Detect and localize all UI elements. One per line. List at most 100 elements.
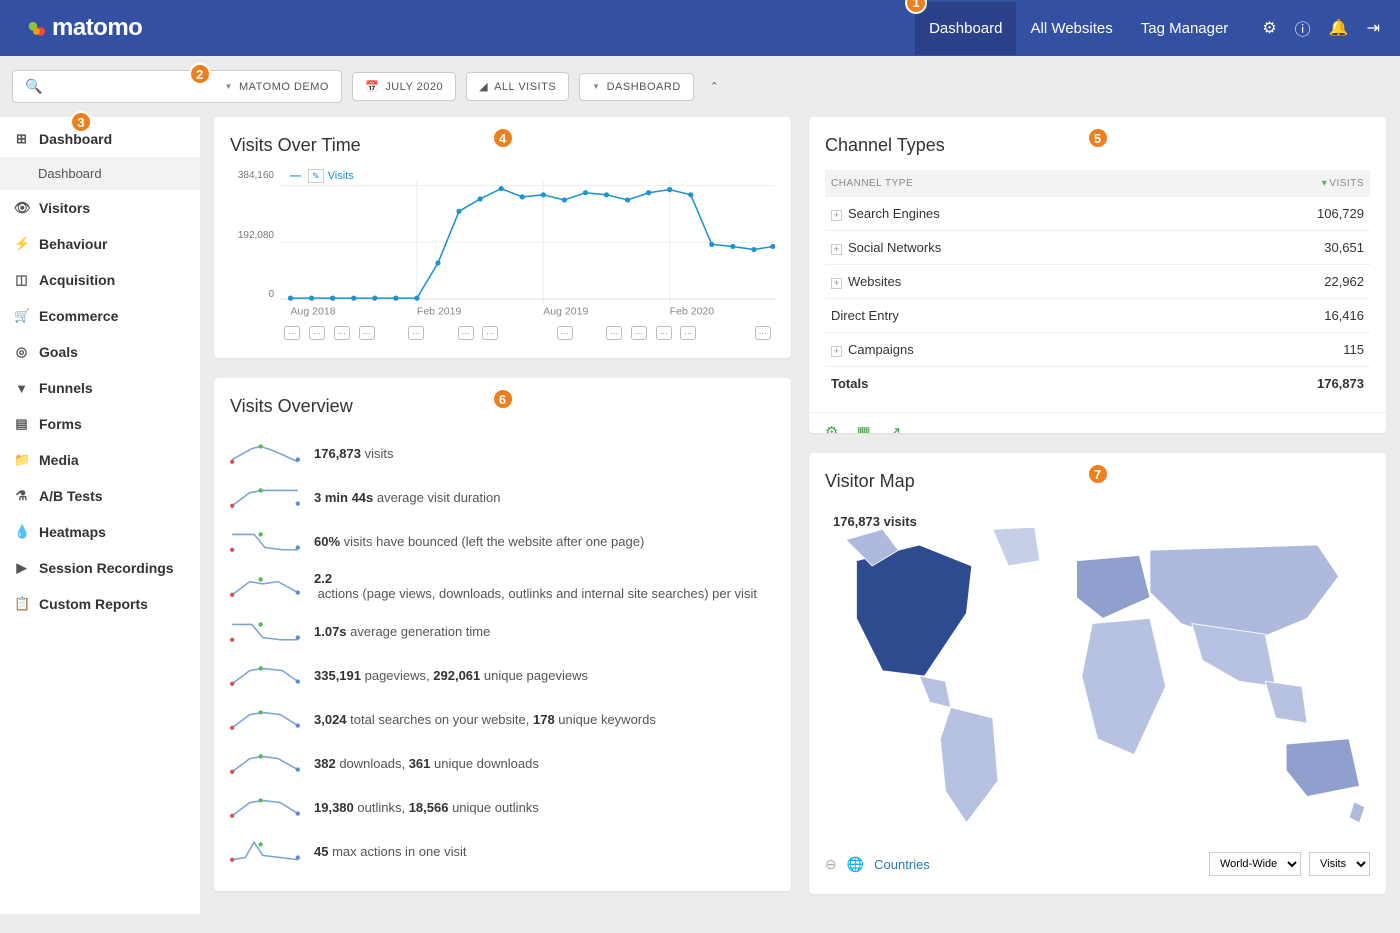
sidebar-subitem[interactable]: Dashboard	[0, 157, 200, 190]
expand-icon[interactable]: +	[831, 244, 842, 255]
sidebar-item-acquisition[interactable]: ◫ Acquisition	[0, 262, 200, 298]
export-icon[interactable]: ↗	[889, 423, 902, 433]
overview-text: 19,380 outlinks, 18,566 unique outlinks	[314, 800, 539, 815]
bell-icon[interactable]: 🔔	[1329, 18, 1349, 38]
sparkline	[230, 793, 300, 821]
overview-text: 335,191 pageviews, 292,061 unique pagevi…	[314, 668, 588, 683]
table-row[interactable]: +Search Engines106,729	[825, 197, 1370, 231]
col-visits[interactable]: Visits	[1193, 170, 1370, 197]
world-map[interactable]: 176,873 visits	[825, 506, 1370, 846]
segment-selector[interactable]: ◢ ALL VISITS	[466, 72, 569, 101]
sidebar-icon: ◫	[14, 272, 29, 288]
sidebar-icon: ◎	[14, 344, 29, 360]
sidebar-item-label: Custom Reports	[39, 596, 148, 612]
sidebar-item-label: Acquisition	[39, 272, 115, 288]
overview-text: 45 max actions in one visit	[314, 844, 466, 859]
nav-all-websites[interactable]: All Websites	[1016, 2, 1126, 55]
gear-icon[interactable]: ⚙	[1262, 18, 1276, 38]
map-footer: ⊖ 🌐 Countries World-Wide Visits	[825, 852, 1370, 876]
zoom-out-icon[interactable]: ⊖	[825, 856, 837, 873]
sidebar-item-visitors[interactable]: 👁Visitors	[0, 190, 200, 226]
sidebar-item-session-recordings[interactable]: ▶Session Recordings	[0, 550, 200, 586]
overview-text: 176,873 visits	[314, 446, 394, 461]
overview-text: 3 min 44s average visit duration	[314, 490, 500, 505]
sidebar-item-behaviour[interactable]: ⚡ Behaviour	[0, 226, 200, 262]
sidebar-item-heatmaps[interactable]: 💧Heatmaps	[0, 514, 200, 550]
sidebar-item-label: Goals	[39, 344, 78, 360]
svg-text:Feb 2020: Feb 2020	[670, 307, 715, 318]
search-site-selector[interactable]: 🔍 2 ▼ MATOMO DEMO	[12, 70, 342, 103]
overview-row: 1.07s average generation time	[230, 609, 775, 653]
globe-icon[interactable]: 🌐	[847, 856, 864, 873]
report-icon[interactable]: ▦	[856, 423, 870, 433]
sidebar-item-a/b-tests[interactable]: ⚗ A/B Tests	[0, 478, 200, 514]
sidebar-item-dashboard[interactable]: ⊞Dashboard	[0, 121, 200, 157]
table-row[interactable]: Direct Entry16,416	[825, 299, 1370, 333]
overview-text: 3,024 total searches on your website, 17…	[314, 712, 656, 727]
annotation-7: 7	[1087, 463, 1109, 485]
date-selector[interactable]: 📅 JULY 2020	[352, 72, 456, 101]
visits-line-chart[interactable]: 384,160 192,080 0 ✎Visits	[230, 170, 775, 340]
col-channel-type[interactable]: Channel Type	[825, 170, 1193, 197]
info-icon[interactable]: ⓘ	[1295, 16, 1311, 40]
sidebar-icon: ⚡	[14, 236, 29, 252]
matomo-logo-icon	[20, 15, 46, 41]
sidebar-item-forms[interactable]: ▤Forms	[0, 406, 200, 442]
annotation-6: 6	[492, 388, 514, 410]
overview-text: 382 downloads, 361 unique downloads	[314, 756, 539, 771]
sidebar-icon: ⚗	[14, 488, 29, 504]
overview-row: 382 downloads, 361 unique downloads	[230, 741, 775, 785]
sidebar-item-label: Heatmaps	[39, 524, 106, 540]
sidebar-item-label: A/B Tests	[39, 488, 103, 504]
annotation-5: 5	[1087, 127, 1109, 149]
sparkline	[230, 749, 300, 777]
table-row[interactable]: +Social Networks30,651	[825, 231, 1370, 265]
top-navigation: matomo 1 Dashboard All Websites Tag Mana…	[0, 0, 1400, 56]
expand-icon[interactable]: +	[831, 346, 842, 357]
totals-row: Totals176,873	[825, 367, 1370, 401]
expand-icon[interactable]: +	[831, 278, 842, 289]
nav-icon-group: ⚙ ⓘ 🔔 ⇥	[1262, 16, 1380, 40]
region-select[interactable]: World-Wide	[1209, 852, 1301, 876]
sidebar-item-custom-reports[interactable]: 📋 Custom Reports	[0, 586, 200, 622]
sidebar-item-label: Funnels	[39, 380, 93, 396]
sidebar-item-funnels[interactable]: ▼ Funnels	[0, 370, 200, 406]
sidebar-icon: 📁	[14, 452, 29, 468]
overview-text: 1.07s average generation time	[314, 624, 490, 639]
overview-row: 3 min 44s average visit duration	[230, 475, 775, 519]
sparkline	[230, 527, 300, 555]
sidebar-item-goals[interactable]: ◎ Goals	[0, 334, 200, 370]
table-row[interactable]: +Campaigns115	[825, 333, 1370, 367]
brand-logo[interactable]: matomo	[20, 14, 142, 42]
nav-dashboard[interactable]: 1 Dashboard	[915, 2, 1016, 55]
sidebar-icon: ▼	[14, 381, 29, 396]
calendar-icon: 📅	[365, 80, 379, 93]
sidebar-item-ecommerce[interactable]: 🛒Ecommerce	[0, 298, 200, 334]
sidebar-icon: 📋	[14, 596, 29, 612]
sparkline	[230, 837, 300, 865]
dashboard-selector[interactable]: ▼ DASHBOARD	[579, 73, 694, 101]
metric-select[interactable]: Visits	[1309, 852, 1370, 876]
svg-text:Aug 2019: Aug 2019	[543, 307, 588, 318]
card-footer-actions: ⚙ ▦ ↗	[809, 412, 1386, 433]
left-sidebar: 3 ⊞DashboardDashboard👁Visitors⚡Behaviour…	[0, 117, 200, 914]
sidebar-icon: ▶	[14, 560, 29, 576]
logout-icon[interactable]: ⇥	[1367, 18, 1380, 38]
brand-text: matomo	[52, 14, 142, 42]
gear-icon[interactable]: ⚙	[825, 423, 838, 433]
sidebar-item-label: Behaviour	[39, 236, 107, 252]
caret-down-icon: ▼	[592, 82, 600, 91]
expand-icon[interactable]: +	[831, 210, 842, 221]
sidebar-item-media[interactable]: 📁 Media	[0, 442, 200, 478]
sidebar-item-label: Media	[39, 452, 79, 468]
sparkline	[230, 617, 300, 645]
sparkline	[230, 439, 300, 467]
sidebar-item-label: Ecommerce	[39, 308, 118, 324]
annotation-2: 2	[189, 63, 211, 85]
annotation-4: 4	[492, 127, 514, 149]
channel-types-card: 5 Channel Types Channel Type Visits +Sea…	[809, 117, 1386, 433]
table-row[interactable]: +Websites22,962	[825, 265, 1370, 299]
countries-link[interactable]: Countries	[874, 857, 930, 872]
nav-tag-manager[interactable]: Tag Manager	[1127, 2, 1243, 55]
collapse-icon[interactable]: ⌃	[704, 74, 725, 99]
